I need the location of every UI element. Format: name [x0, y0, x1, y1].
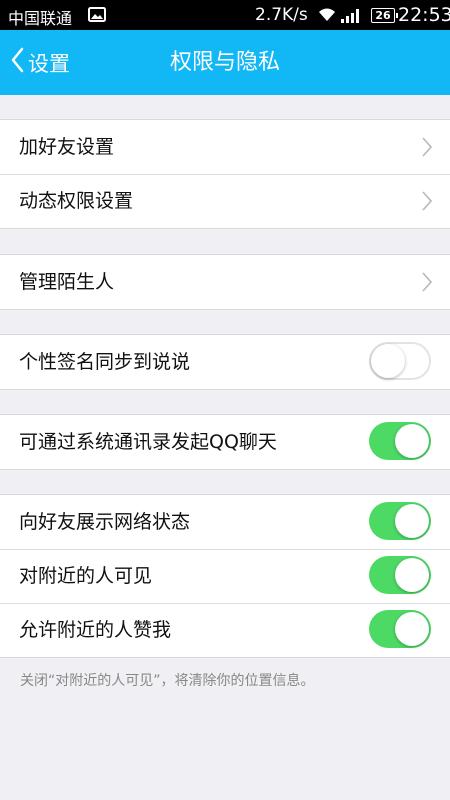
- back-button[interactable]: 设置: [10, 30, 70, 95]
- row-label: 动态权限设置: [19, 190, 134, 212]
- toggle-knob: [371, 344, 405, 378]
- row-label: 个性签名同步到说说: [19, 351, 191, 373]
- row-show-network-status: 向好友展示网络状态: [0, 495, 450, 549]
- row-label: 对附近的人可见: [19, 565, 153, 587]
- chevron-right-icon: [422, 272, 433, 297]
- row-contacts-qq-chat: 可通过系统通讯录发起QQ聊天: [0, 415, 450, 469]
- chevron-left-icon: [10, 47, 24, 78]
- row-label: 可通过系统通讯录发起QQ聊天: [19, 431, 277, 453]
- signal-strength-icon: [341, 8, 363, 27]
- clock: 22:53: [398, 4, 450, 26]
- toggle-switch[interactable]: [369, 556, 431, 594]
- toggle-switch[interactable]: [369, 422, 431, 460]
- row-moments-permission-settings[interactable]: 动态权限设置: [0, 174, 450, 228]
- settings-group-signature: 个性签名同步到说说: [0, 334, 450, 390]
- settings-group-strangers: 管理陌生人: [0, 254, 450, 310]
- toggle-knob: [395, 558, 429, 592]
- settings-group-visibility: 向好友展示网络状态 对附近的人可见 允许附近的人赞我: [0, 494, 450, 658]
- back-label: 设置: [28, 51, 70, 76]
- row-label: 管理陌生人: [19, 271, 115, 293]
- row-sync-signature: 个性签名同步到说说: [0, 335, 450, 389]
- toggle-switch[interactable]: [369, 342, 431, 380]
- row-label: 向好友展示网络状态: [19, 511, 191, 533]
- footnote-text: 关闭“对附近的人可见”，将清除你的位置信息。: [20, 673, 315, 689]
- chevron-right-icon: [422, 137, 433, 162]
- row-manage-strangers[interactable]: 管理陌生人: [0, 255, 450, 309]
- row-allow-nearby-likes: 允许附近的人赞我: [0, 603, 450, 657]
- toggle-knob: [395, 424, 429, 458]
- row-label: 允许附近的人赞我: [19, 619, 172, 641]
- carrier-name: 中国联通: [8, 9, 73, 28]
- image-notification-icon: [88, 7, 106, 26]
- toggle-knob: [395, 612, 429, 646]
- row-visible-to-nearby: 对附近的人可见: [0, 549, 450, 603]
- nav-bar: 权限与隐私 设置: [0, 30, 450, 95]
- wifi-icon: [317, 7, 337, 26]
- row-add-friend-settings[interactable]: 加好友设置: [0, 120, 450, 174]
- toggle-switch[interactable]: [369, 502, 431, 540]
- toggle-knob: [395, 504, 429, 538]
- chevron-right-icon: [422, 191, 433, 216]
- battery-level: 26: [371, 8, 398, 23]
- toggle-switch[interactable]: [369, 610, 431, 648]
- settings-group-contacts: 可通过系统通讯录发起QQ聊天: [0, 414, 450, 470]
- network-speed: 2.7K/s: [255, 5, 308, 25]
- row-label: 加好友设置: [19, 136, 115, 158]
- status-bar: 中国联通 2.7K/s 26 22:53: [0, 0, 450, 30]
- settings-group-friends: 加好友设置 动态权限设置: [0, 119, 450, 229]
